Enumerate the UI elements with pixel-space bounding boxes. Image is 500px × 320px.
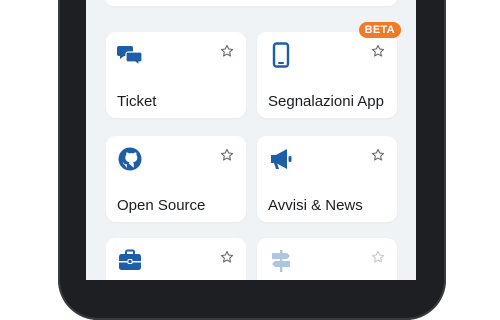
tile-label: Open Source: [117, 197, 206, 214]
briefcase-icon: [119, 249, 141, 270]
beta-badge: BETA: [358, 22, 401, 38]
star-icon[interactable]: [220, 44, 234, 58]
tile-label: Segnalazioni App: [268, 93, 384, 110]
star-icon[interactable]: [220, 250, 234, 264]
tile-ticket[interactable]: Ticket: [106, 32, 246, 118]
app-screen: Ticket BETA Segnalazioni App Open Source: [86, 0, 416, 280]
signpost-icon: [272, 250, 290, 272]
star-icon[interactable]: [371, 250, 385, 264]
chat-bubbles-icon: [117, 46, 143, 67]
star-icon[interactable]: [371, 44, 385, 58]
github-icon: [118, 147, 142, 171]
smartphone-icon: [272, 42, 290, 68]
tile-label: Ticket: [117, 93, 157, 110]
tile-segnalazioni-app[interactable]: BETA Segnalazioni App: [257, 22, 401, 118]
star-icon[interactable]: [371, 148, 385, 162]
tile-open-source[interactable]: Open Source: [106, 136, 246, 222]
tile-signpost[interactable]: [257, 238, 397, 280]
megaphone-icon: [271, 149, 292, 169]
tile-label: Avvisi & News: [268, 197, 363, 214]
tile-briefcase[interactable]: [106, 238, 246, 280]
star-icon[interactable]: [220, 148, 234, 162]
tile-partial-top[interactable]: [104, 0, 398, 6]
tile-avvisi-news[interactable]: Avvisi & News: [257, 136, 397, 222]
